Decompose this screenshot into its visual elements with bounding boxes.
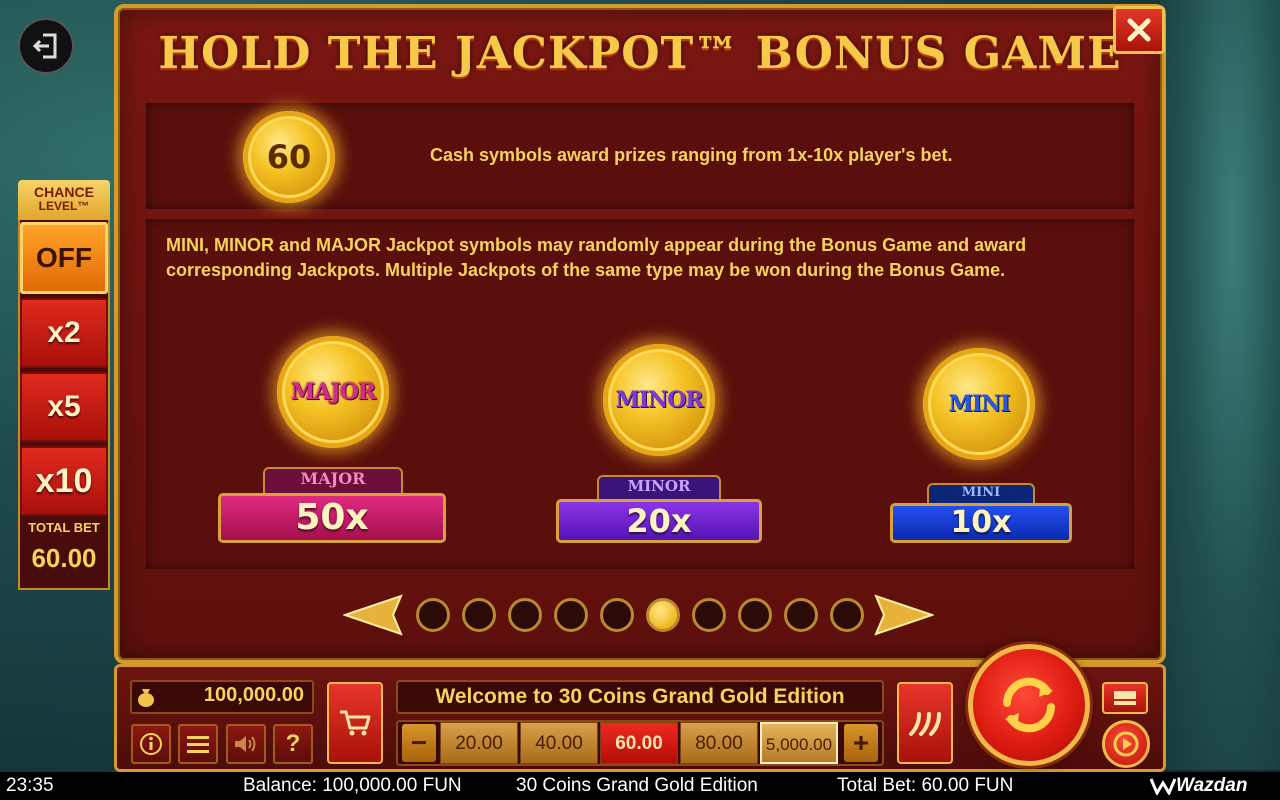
- page-title: HOLD THE JACKPOT™ BONUS GAME: [158, 28, 1122, 79]
- status-bar: 23:35 Balance: 100,000.00 FUN 30 Coins G…: [0, 772, 1280, 800]
- volatility-button[interactable]: [897, 682, 953, 764]
- cash-description: Cash symbols award prizes ranging from 1…: [430, 145, 953, 165]
- brand-name: Wazdan: [1176, 775, 1248, 796]
- chili-peppers-icon: [909, 712, 941, 736]
- menu-button[interactable]: [178, 724, 218, 764]
- status-total-bet: Total Bet: 60.00 FUN: [837, 775, 1014, 796]
- bet-option-5[interactable]: 5,000.00: [760, 722, 838, 764]
- chance-level-label: CHANCE LEVEL™: [18, 180, 110, 220]
- major-multiplier: 50x: [218, 493, 446, 543]
- status-balance: Balance: 100,000.00 FUN: [243, 775, 462, 796]
- help-icon: ?: [285, 730, 301, 757]
- pager-dot-2[interactable]: [462, 598, 496, 632]
- chance-off-button[interactable]: OFF: [20, 222, 108, 294]
- background-right: [1160, 0, 1280, 770]
- bet-minus-button[interactable]: −: [402, 724, 436, 762]
- bet-option-3[interactable]: 60.00: [600, 722, 678, 764]
- cash-coin-icon: 60: [243, 111, 335, 203]
- screen-mode-button[interactable]: [1102, 682, 1148, 714]
- menu-icon: [187, 736, 209, 753]
- chance-label-line1: CHANCE: [34, 184, 94, 200]
- screen-icon: [1114, 691, 1136, 705]
- autoplay-button[interactable]: [1102, 720, 1150, 768]
- minor-multiplier: 20x: [556, 499, 762, 543]
- pager-dot-4[interactable]: [554, 598, 588, 632]
- pager-dot-3[interactable]: [508, 598, 542, 632]
- buy-feature-button[interactable]: [327, 682, 383, 764]
- total-bet-label: TOTAL BET: [28, 520, 100, 535]
- cart-icon: [340, 710, 371, 736]
- prev-page-arrow-icon[interactable]: [343, 594, 403, 636]
- major-tag: MAJOR: [263, 467, 403, 493]
- minor-tag: MINOR: [597, 475, 721, 499]
- wazdan-logo-icon: [1150, 778, 1176, 795]
- money-bag-icon: [138, 689, 154, 707]
- pager-dot-9[interactable]: [784, 598, 818, 632]
- major-coin-label: MAJOR: [290, 379, 376, 405]
- jackpot-description: MINI, MINOR and MAJOR Jackpot symbols ma…: [166, 235, 1027, 280]
- mini-multiplier: 10x: [890, 503, 1072, 543]
- info-button[interactable]: [131, 724, 171, 764]
- mini-coin-icon: MINI: [923, 348, 1035, 460]
- bet-option-4[interactable]: 80.00: [680, 722, 758, 764]
- mini-coin-label: MINI: [948, 391, 1010, 417]
- minor-coin-icon: MINOR: [603, 344, 715, 456]
- pager-dot-8[interactable]: [738, 598, 772, 632]
- pager-dot-1[interactable]: [416, 598, 450, 632]
- pager-dot-6[interactable]: [646, 598, 680, 632]
- status-game-title: 30 Coins Grand Gold Edition: [516, 775, 758, 796]
- close-icon: [1127, 18, 1151, 42]
- close-button[interactable]: [1113, 6, 1165, 54]
- pager-dot-7[interactable]: [692, 598, 726, 632]
- chance-label-line2: LEVEL™: [38, 199, 90, 213]
- minor-coin-label: MINOR: [615, 387, 703, 413]
- bet-option-1[interactable]: 20.00: [440, 722, 518, 764]
- info-icon: [140, 733, 162, 755]
- spin-arrows-icon: [1003, 677, 1055, 733]
- total-bet-value: 60.00: [31, 543, 97, 573]
- pager-dot-10[interactable]: [830, 598, 864, 632]
- bet-plus-button[interactable]: +: [844, 724, 878, 762]
- bet-option-2[interactable]: 40.00: [520, 722, 598, 764]
- balance-value: 100,000.00: [203, 684, 304, 706]
- spin-button[interactable]: [968, 644, 1090, 766]
- pager-dot-5[interactable]: [600, 598, 634, 632]
- next-page-arrow-icon[interactable]: [874, 594, 934, 636]
- mini-tag: MINI: [927, 483, 1035, 505]
- speaker-icon: [235, 736, 256, 752]
- chance-x5-button[interactable]: x5: [20, 372, 108, 442]
- cash-coin-value: 60: [266, 138, 312, 176]
- play-circle-icon: [1113, 731, 1139, 757]
- help-button[interactable]: ?: [273, 724, 313, 764]
- chance-x2-button[interactable]: x2: [20, 298, 108, 368]
- welcome-message: Welcome to 30 Coins Grand Gold Edition: [396, 680, 884, 714]
- major-coin-icon: MAJOR: [277, 336, 389, 448]
- sound-button[interactable]: [226, 724, 266, 764]
- clock: 23:35: [6, 775, 54, 796]
- chance-x10-button[interactable]: x10: [20, 446, 108, 516]
